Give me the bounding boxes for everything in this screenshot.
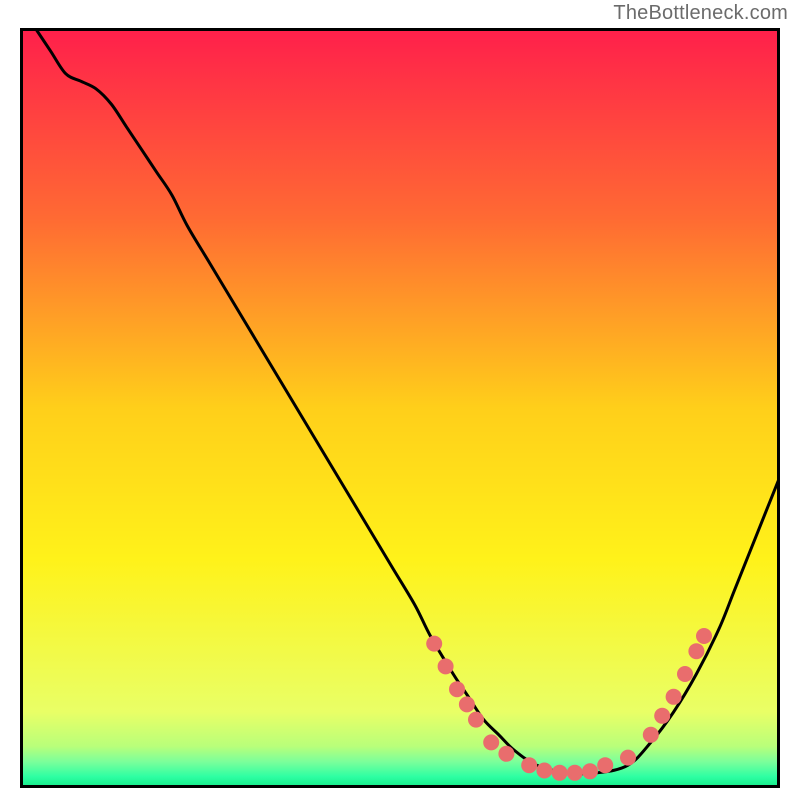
gradient-background xyxy=(20,28,780,788)
highlight-point xyxy=(643,727,659,743)
highlight-point xyxy=(567,765,583,781)
highlight-point xyxy=(449,681,465,697)
highlight-point xyxy=(483,734,499,750)
highlight-point xyxy=(654,708,670,724)
attribution-text: TheBottleneck.com xyxy=(613,2,788,25)
highlight-point xyxy=(498,746,514,762)
highlight-point xyxy=(536,763,552,779)
highlight-point xyxy=(696,628,712,644)
highlight-point xyxy=(438,658,454,674)
highlight-point xyxy=(688,643,704,659)
highlight-point xyxy=(468,712,484,728)
highlight-point xyxy=(582,763,598,779)
highlight-point xyxy=(620,750,636,766)
highlight-point xyxy=(521,757,537,773)
highlight-point xyxy=(677,666,693,682)
chart-container: TheBottleneck.com xyxy=(0,0,800,800)
highlight-point xyxy=(426,636,442,652)
highlight-point xyxy=(459,696,475,712)
highlight-point xyxy=(552,765,568,781)
highlight-point xyxy=(597,757,613,773)
plot-area xyxy=(20,28,780,788)
chart-svg xyxy=(20,28,780,788)
highlight-point xyxy=(666,689,682,705)
